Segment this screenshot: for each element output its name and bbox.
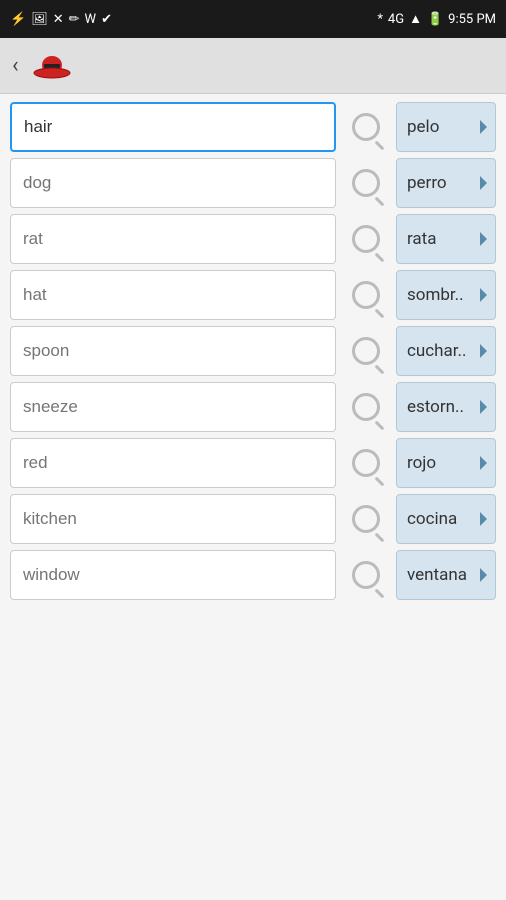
usb-icon: ⚡: [10, 12, 26, 27]
translation-button-hat[interactable]: sombr..: [396, 270, 496, 320]
time-display: 9:55 PM: [448, 12, 496, 27]
vocab-row: pelo: [10, 102, 496, 152]
vocab-row: perro: [10, 158, 496, 208]
translation-button-spoon[interactable]: cuchar..: [396, 326, 496, 376]
vocab-list: pelo perro rata sombr..: [0, 94, 506, 900]
translation-text: rata: [407, 229, 480, 249]
expand-arrow-icon: [480, 232, 487, 246]
vocab-row: cocina: [10, 494, 496, 544]
image-icon: 🖼: [31, 12, 48, 27]
search-icon: [352, 505, 380, 533]
vocab-row: ventana: [10, 550, 496, 600]
translation-button-dog[interactable]: perro: [396, 158, 496, 208]
expand-arrow-icon: [480, 120, 487, 134]
battery-icon: 🔋: [427, 12, 443, 27]
translation-button-hair[interactable]: pelo: [396, 102, 496, 152]
expand-arrow-icon: [480, 400, 487, 414]
word-icon: W: [85, 12, 97, 27]
search-icon: [352, 337, 380, 365]
vocab-row: rata: [10, 214, 496, 264]
search-button-sneeze[interactable]: [344, 385, 388, 429]
status-bar: ⚡ 🖼 ✕ ✏ W ✔ * 4G ▲ 🔋 9:55 PM: [0, 0, 506, 38]
english-input-dog[interactable]: [10, 158, 336, 208]
english-input-sneeze[interactable]: [10, 382, 336, 432]
translation-text: cuchar..: [407, 341, 480, 361]
translation-text: estorn..: [407, 397, 480, 417]
app-logo: [31, 45, 73, 87]
back-button[interactable]: ‹: [12, 53, 19, 78]
translation-text: perro: [407, 173, 480, 193]
expand-arrow-icon: [480, 568, 487, 582]
search-button-red[interactable]: [344, 441, 388, 485]
check-icon: ✔: [101, 12, 112, 27]
translation-button-sneeze[interactable]: estorn..: [396, 382, 496, 432]
search-icon: [352, 393, 380, 421]
search-button-hat[interactable]: [344, 273, 388, 317]
translation-text: ventana: [407, 565, 480, 585]
x-icon: ✕: [53, 12, 64, 27]
signal-icon: ▲: [409, 11, 422, 27]
status-right-icons: * 4G ▲ 🔋 9:55 PM: [377, 11, 496, 27]
search-icon: [352, 225, 380, 253]
expand-arrow-icon: [480, 456, 487, 470]
search-icon: [352, 169, 380, 197]
english-input-window[interactable]: [10, 550, 336, 600]
vocab-row: rojo: [10, 438, 496, 488]
pen-icon: ✏: [69, 12, 80, 27]
translation-button-kitchen[interactable]: cocina: [396, 494, 496, 544]
app-bar: ‹: [0, 38, 506, 94]
translation-button-rat[interactable]: rata: [396, 214, 496, 264]
translation-text: rojo: [407, 453, 480, 473]
english-input-rat[interactable]: [10, 214, 336, 264]
english-input-hair[interactable]: [10, 102, 336, 152]
bluetooth-icon: *: [377, 12, 383, 27]
expand-arrow-icon: [480, 512, 487, 526]
expand-arrow-icon: [480, 344, 487, 358]
english-input-hat[interactable]: [10, 270, 336, 320]
translation-button-window[interactable]: ventana: [396, 550, 496, 600]
search-icon: [352, 449, 380, 477]
search-button-rat[interactable]: [344, 217, 388, 261]
4g-icon: 4G: [388, 12, 404, 27]
search-button-window[interactable]: [344, 553, 388, 597]
search-icon: [352, 281, 380, 309]
search-button-spoon[interactable]: [344, 329, 388, 373]
translation-text: cocina: [407, 509, 480, 529]
translation-button-red[interactable]: rojo: [396, 438, 496, 488]
vocab-row: cuchar..: [10, 326, 496, 376]
search-button-dog[interactable]: [344, 161, 388, 205]
vocab-row: sombr..: [10, 270, 496, 320]
english-input-kitchen[interactable]: [10, 494, 336, 544]
translation-text: sombr..: [407, 285, 480, 305]
search-button-hair[interactable]: [344, 105, 388, 149]
search-icon: [352, 113, 380, 141]
sombrero-icon: [31, 45, 73, 87]
search-button-kitchen[interactable]: [344, 497, 388, 541]
search-icon: [352, 561, 380, 589]
english-input-spoon[interactable]: [10, 326, 336, 376]
expand-arrow-icon: [480, 176, 487, 190]
status-left-icons: ⚡ 🖼 ✕ ✏ W ✔: [10, 12, 112, 27]
translation-text: pelo: [407, 117, 480, 137]
vocab-row: estorn..: [10, 382, 496, 432]
expand-arrow-icon: [480, 288, 487, 302]
english-input-red[interactable]: [10, 438, 336, 488]
